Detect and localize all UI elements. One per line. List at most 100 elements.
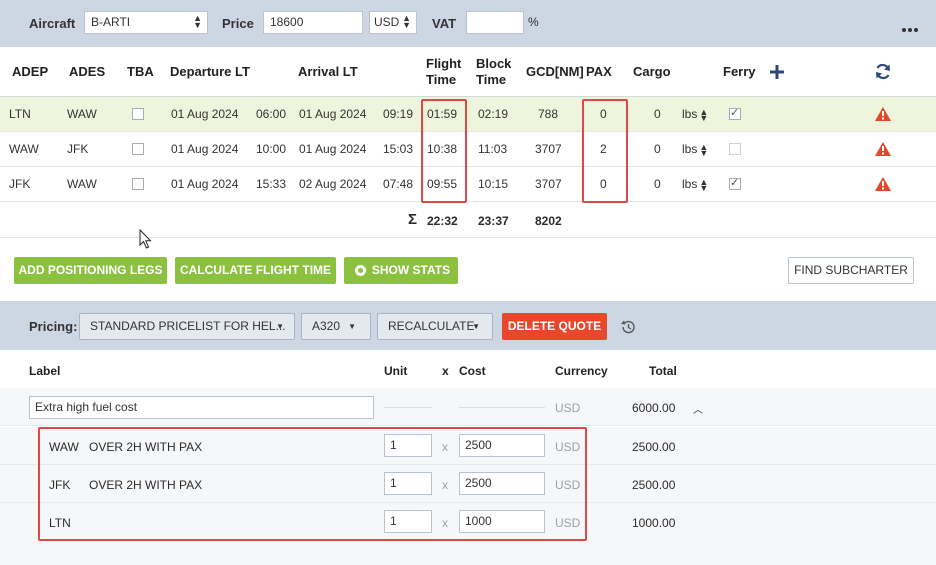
pricing-bar: Pricing: STANDARD PRICELIST FOR HEL... ▼… [0,301,936,350]
leg-row-2[interactable]: WAW JFK 01 Aug 2024 10:00 01 Aug 2024 15… [0,132,936,167]
recalculate-dropdown[interactable]: RECALCULATE ▼ [377,313,493,340]
col-label: Label [29,364,61,378]
legs-table-header: ADEP ADES TBA Departure LT Arrival LT Fl… [0,47,936,97]
col-tba: TBA [127,64,154,79]
leg-gcd: 3707 [535,177,562,191]
aircraft-select[interactable]: B-ARTI ▲ ▼ [84,11,208,34]
pricing-label: Pricing: [29,319,78,334]
price-input[interactable]: 18600 [263,11,363,34]
leg-cargo[interactable]: 0 [654,142,661,156]
tba-checkbox[interactable] [132,143,144,155]
cargo-unit-value: lbs [682,142,698,156]
col-x: x [442,364,449,378]
warning-icon[interactable] [875,177,891,191]
highlight-pax [582,99,628,203]
leg-dep-time[interactable]: 15:33 [256,177,286,191]
col-unit: Unit [384,364,408,378]
col-flight-time-line2: Time [426,72,457,87]
delete-quote-button[interactable]: DELETE QUOTE [502,313,607,340]
leg-adep: JFK [9,177,31,191]
leg-adep: LTN [9,107,31,121]
calculate-flight-time-button[interactable]: CALCULATE FLIGHT TIME [175,257,336,284]
highlight-price-items [38,427,587,541]
leg-gcd: 788 [538,107,559,121]
leg-cargo[interactable]: 0 [654,107,661,121]
highlight-flight-time [421,99,467,203]
price-item-label-input[interactable]: Extra high fuel cost [29,396,374,419]
currency-select[interactable]: USD ▲ ▼ [369,11,417,34]
history-icon[interactable] [620,320,635,334]
find-subcharter-button[interactable]: FIND SUBCHARTER [788,257,914,284]
leg-arr-date[interactable]: 01 Aug 2024 [299,107,366,121]
show-stats-button[interactable]: SHOW STATS [344,257,458,284]
leg-adep: WAW [9,142,39,156]
cargo-unit-select[interactable]: lbs ▲ ▼ [682,106,709,123]
pricelist-dropdown[interactable]: STANDARD PRICELIST FOR HEL... ▼ [79,313,295,340]
ferry-checkbox[interactable] [729,106,741,120]
leg-arr-time[interactable]: 15:03 [383,142,413,156]
leg-ades: WAW [67,107,97,121]
cargo-unit-select[interactable]: lbs ▲ ▼ [682,141,709,158]
leg-arr-time[interactable]: 09:19 [383,107,413,121]
tba-checkbox[interactable] [132,108,144,120]
price-item-total: 6000.00 [632,401,676,415]
total-block-time: 23:37 [478,214,509,228]
leg-dep-time[interactable]: 06:00 [256,107,286,121]
col-cargo: Cargo [633,64,671,79]
leg-row-3[interactable]: JFK WAW 01 Aug 2024 15:33 02 Aug 2024 07… [0,167,936,202]
col-cost: Cost [459,364,486,378]
aircraft-value: B-ARTI [91,15,131,29]
leg-arr-time[interactable]: 07:48 [383,177,413,191]
col-ades: ADES [69,64,106,79]
pricing-group-row: Extra high fuel cost USD 6000.00 ︿ [0,388,936,426]
collapse-chevron-icon[interactable]: ︿ [693,401,703,416]
col-currency: Currency [555,364,608,378]
unit-placeholder-line [384,407,432,408]
warning-icon[interactable] [875,142,891,156]
leg-row-1[interactable]: LTN WAW 01 Aug 2024 06:00 01 Aug 2024 09… [0,97,936,132]
select-arrows-icon: ▲ ▼ [699,106,709,123]
leg-block-time: 10:15 [478,177,509,191]
leg-cargo[interactable]: 0 [654,177,661,191]
total-gcd: 8202 [535,214,562,228]
select-arrows-icon: ▲ ▼ [699,141,709,158]
pricelist-value: STANDARD PRICELIST FOR HEL... [90,319,286,333]
add-positioning-legs-button[interactable]: ADD POSITIONING LEGS [14,257,167,284]
total-flight-time: 22:32 [427,214,458,228]
add-leg-icon[interactable] [770,65,784,79]
ferry-checkbox[interactable] [729,143,741,155]
vat-input[interactable] [466,11,524,34]
col-departure: Departure LT [170,64,250,79]
leg-arr-date[interactable]: 02 Aug 2024 [299,177,366,191]
leg-ades: JFK [67,142,89,156]
select-arrows-icon: ▲ ▼ [193,13,202,30]
refresh-icon[interactable] [875,63,891,80]
aircraft-label: Aircraft [29,16,76,31]
select-arrows-icon: ▲ ▼ [699,176,709,193]
leg-gcd: 3707 [535,142,562,156]
leg-dep-date[interactable]: 01 Aug 2024 [171,107,238,121]
col-adep: ADEP [12,64,49,79]
caret-down-icon: ▼ [348,322,356,331]
leg-dep-date[interactable]: 01 Aug 2024 [171,177,238,191]
leg-dep-date[interactable]: 01 Aug 2024 [171,142,238,156]
more-dots-icon[interactable] [902,21,918,32]
price-label: Price [222,16,254,31]
cost-placeholder-line [459,407,545,408]
aircraft-type-value: A320 [312,319,341,333]
vat-label: VAT [432,16,457,31]
leg-dep-time[interactable]: 10:00 [256,142,286,156]
aircraft-type-dropdown[interactable]: A320 ▼ [301,313,371,340]
ferry-checkbox[interactable] [729,176,741,190]
warning-icon[interactable] [875,107,891,121]
tba-checkbox[interactable] [132,178,144,190]
price-item-total: 2500.00 [632,478,676,492]
aircraft-price-bar: Aircraft B-ARTI ▲ ▼ Price 18600 USD ▲ ▼ VA… [0,0,936,47]
col-block-time-line1: Block [476,56,512,71]
mouse-cursor-icon [139,229,152,249]
cargo-unit-select[interactable]: lbs ▲ ▼ [682,176,709,193]
leg-arr-date[interactable]: 01 Aug 2024 [299,142,366,156]
sum-sigma: Σ [408,211,418,228]
select-arrows-icon: ▲ ▼ [402,13,411,30]
col-arrival: Arrival LT [298,64,358,79]
